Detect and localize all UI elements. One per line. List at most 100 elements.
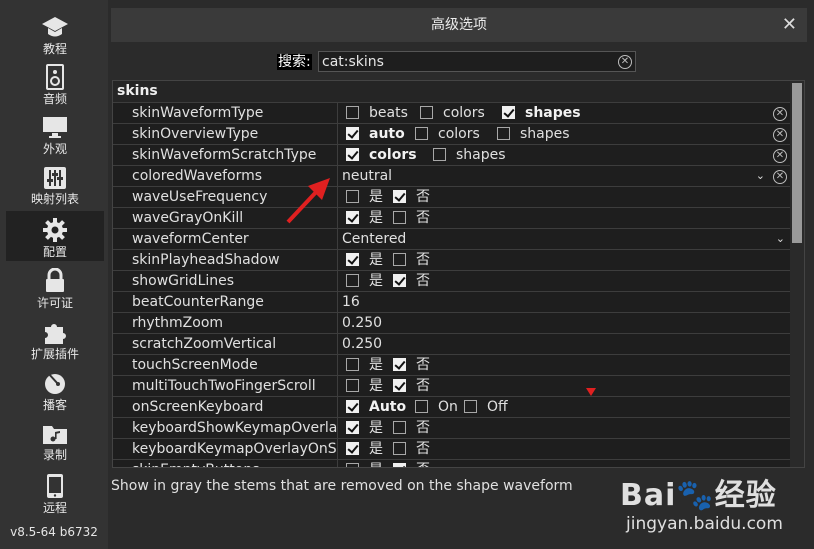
option-checkbox[interactable] bbox=[393, 274, 406, 287]
option-checkbox[interactable] bbox=[433, 148, 446, 161]
option-checkbox[interactable] bbox=[346, 400, 359, 413]
option-checkbox[interactable] bbox=[393, 358, 406, 371]
vertical-scrollbar[interactable] bbox=[790, 81, 804, 467]
option-checkbox[interactable] bbox=[393, 442, 406, 455]
sidebar-item-audio[interactable]: 音频 bbox=[6, 58, 104, 108]
chevron-down-icon[interactable]: ⌄ bbox=[776, 229, 785, 249]
setting-value[interactable]: colors shapes ✕ bbox=[337, 145, 791, 165]
setting-name: touchScreenMode bbox=[132, 357, 258, 373]
text-value[interactable]: 16 bbox=[342, 292, 360, 312]
setting-value[interactable]: neutral ⌄ ✕ bbox=[337, 166, 791, 186]
reset-icon[interactable]: ✕ bbox=[773, 128, 787, 142]
option-checkbox[interactable] bbox=[393, 211, 406, 224]
setting-value[interactable]: beats colors shapes ✕ bbox=[337, 103, 791, 123]
option-checkbox[interactable] bbox=[393, 190, 406, 203]
option-checkbox[interactable] bbox=[393, 253, 406, 266]
table-row[interactable]: waveGrayOnKill 是否 bbox=[113, 207, 790, 228]
close-icon[interactable]: ✕ bbox=[782, 8, 797, 42]
text-value[interactable]: 0.250 bbox=[342, 313, 382, 333]
search-clear-icon[interactable]: ✕ bbox=[618, 55, 632, 69]
table-row[interactable]: keyboardShowKeymapOverlay 是否 bbox=[113, 417, 790, 438]
option-checkbox[interactable] bbox=[420, 106, 433, 119]
table-row[interactable]: skinWaveformScratchType colors shapes ✕ bbox=[113, 144, 790, 165]
table-row[interactable]: onScreenKeyboard Auto On Off bbox=[113, 396, 790, 417]
setting-value[interactable]: Centered ⌄ bbox=[337, 229, 791, 249]
table-row[interactable]: showGridLines 是否 bbox=[113, 270, 790, 291]
reset-icon[interactable]: ✕ bbox=[773, 170, 787, 184]
table-row[interactable]: skinEmptyButtons是否 bbox=[113, 459, 791, 467]
option-checkbox[interactable] bbox=[346, 148, 359, 161]
sidebar-item-tutorial[interactable]: 教程 bbox=[6, 8, 104, 58]
setting-value[interactable]: 是否 bbox=[337, 418, 791, 438]
setting-value[interactable]: 是否 bbox=[337, 271, 791, 291]
dropdown-value[interactable]: neutral bbox=[342, 166, 392, 186]
sidebar-item-appearance[interactable]: 外观 bbox=[6, 108, 104, 158]
sidebar-item-record[interactable]: 录制 bbox=[6, 416, 104, 466]
table-row[interactable]: touchScreenMode 是否 bbox=[113, 354, 790, 375]
search-field[interactable]: ✕ bbox=[318, 51, 636, 72]
table-row[interactable]: skinWaveformType beats colors shapes ✕ bbox=[113, 102, 790, 123]
option-checkbox[interactable] bbox=[464, 400, 477, 413]
setting-value[interactable]: 0.250 bbox=[337, 334, 791, 354]
setting-value[interactable]: 是否 bbox=[337, 355, 791, 375]
table-row[interactable]: keyboardKeymapOverlayOnStic 是否 bbox=[113, 438, 790, 459]
setting-value[interactable]: 是否 bbox=[337, 208, 791, 228]
table-row[interactable]: skinPlayheadShadow 是否 bbox=[113, 249, 790, 270]
option-checkbox[interactable] bbox=[497, 127, 510, 140]
table-row[interactable]: rhythmZoom 0.250 bbox=[113, 312, 790, 333]
chevron-down-icon[interactable]: ⌄ bbox=[756, 166, 765, 186]
option-checkbox[interactable] bbox=[346, 253, 359, 266]
table-row[interactable]: beatCounterRange 16 bbox=[113, 291, 790, 312]
option-checkbox[interactable] bbox=[346, 106, 359, 119]
reset-icon[interactable]: ✕ bbox=[773, 149, 787, 163]
sidebar-item-license[interactable]: 许可证 bbox=[6, 262, 104, 312]
table-row[interactable]: waveformCenter Centered ⌄ bbox=[113, 228, 790, 249]
sidebar-item-remote[interactable]: 远程 bbox=[6, 467, 104, 517]
setting-value[interactable]: 是否 bbox=[337, 250, 791, 270]
option-checkbox[interactable] bbox=[502, 106, 515, 119]
sidebar-item-label: 远程 bbox=[42, 501, 67, 515]
dropdown-value[interactable]: Centered bbox=[342, 229, 406, 249]
option-checkbox[interactable] bbox=[415, 400, 428, 413]
option-checkbox[interactable] bbox=[346, 442, 359, 455]
table-row[interactable]: scratchZoomVertical 0.250 bbox=[113, 333, 790, 354]
table-row[interactable]: coloredWaveforms neutral ⌄ ✕ bbox=[113, 165, 790, 186]
setting-value[interactable]: 是否 bbox=[337, 460, 791, 467]
reset-icon[interactable]: ✕ bbox=[773, 107, 787, 121]
sidebar-item-podcast[interactable]: 播客 bbox=[6, 364, 104, 414]
option-label: 否 bbox=[416, 460, 430, 467]
table-row[interactable]: skinOverviewType auto colors shapes ✕ bbox=[113, 123, 790, 144]
option-checkbox[interactable] bbox=[346, 379, 359, 392]
setting-value[interactable]: Auto On Off bbox=[337, 397, 791, 417]
red-triangle-marker bbox=[586, 388, 596, 396]
option-checkbox[interactable] bbox=[393, 463, 406, 467]
sidebar-item-config[interactable]: 配置 bbox=[6, 211, 104, 261]
table-row[interactable]: multiTouchTwoFingerScroll 是否 bbox=[113, 375, 790, 396]
sidebar-item-plugins[interactable]: 扩展插件 bbox=[6, 313, 104, 363]
option-label: colors bbox=[438, 126, 480, 142]
setting-value[interactable]: auto colors shapes ✕ bbox=[337, 124, 791, 144]
option-checkbox[interactable] bbox=[346, 274, 359, 287]
option-label: Off bbox=[487, 399, 508, 415]
setting-value[interactable]: 16 bbox=[337, 292, 791, 312]
search-input[interactable] bbox=[322, 52, 610, 71]
option-label: 是 bbox=[369, 189, 383, 205]
table-row[interactable]: waveUseFrequency 是否 bbox=[113, 186, 790, 207]
option-checkbox[interactable] bbox=[415, 127, 428, 140]
sidebar-item-mapping-list[interactable]: 映射列表 bbox=[6, 160, 104, 210]
setting-value[interactable]: 是否 bbox=[337, 439, 791, 459]
option-checkbox[interactable] bbox=[346, 463, 359, 467]
option-checkbox[interactable] bbox=[346, 127, 359, 140]
option-checkbox[interactable] bbox=[393, 421, 406, 434]
sidebar: 教程 音频 外观 映射列表 配置 许可证 扩展插件 播客 录制 远程 v8.5-… bbox=[0, 0, 108, 549]
text-value[interactable]: 0.250 bbox=[342, 334, 382, 354]
setting-value[interactable]: 0.250 bbox=[337, 313, 791, 333]
option-checkbox[interactable] bbox=[393, 379, 406, 392]
option-checkbox[interactable] bbox=[346, 358, 359, 371]
setting-value[interactable]: 是否 bbox=[337, 187, 791, 207]
scrollbar-thumb[interactable] bbox=[792, 83, 802, 243]
option-checkbox[interactable] bbox=[346, 190, 359, 203]
option-checkbox[interactable] bbox=[346, 421, 359, 434]
option-checkbox[interactable] bbox=[346, 211, 359, 224]
setting-value[interactable]: 是否 bbox=[337, 376, 791, 396]
